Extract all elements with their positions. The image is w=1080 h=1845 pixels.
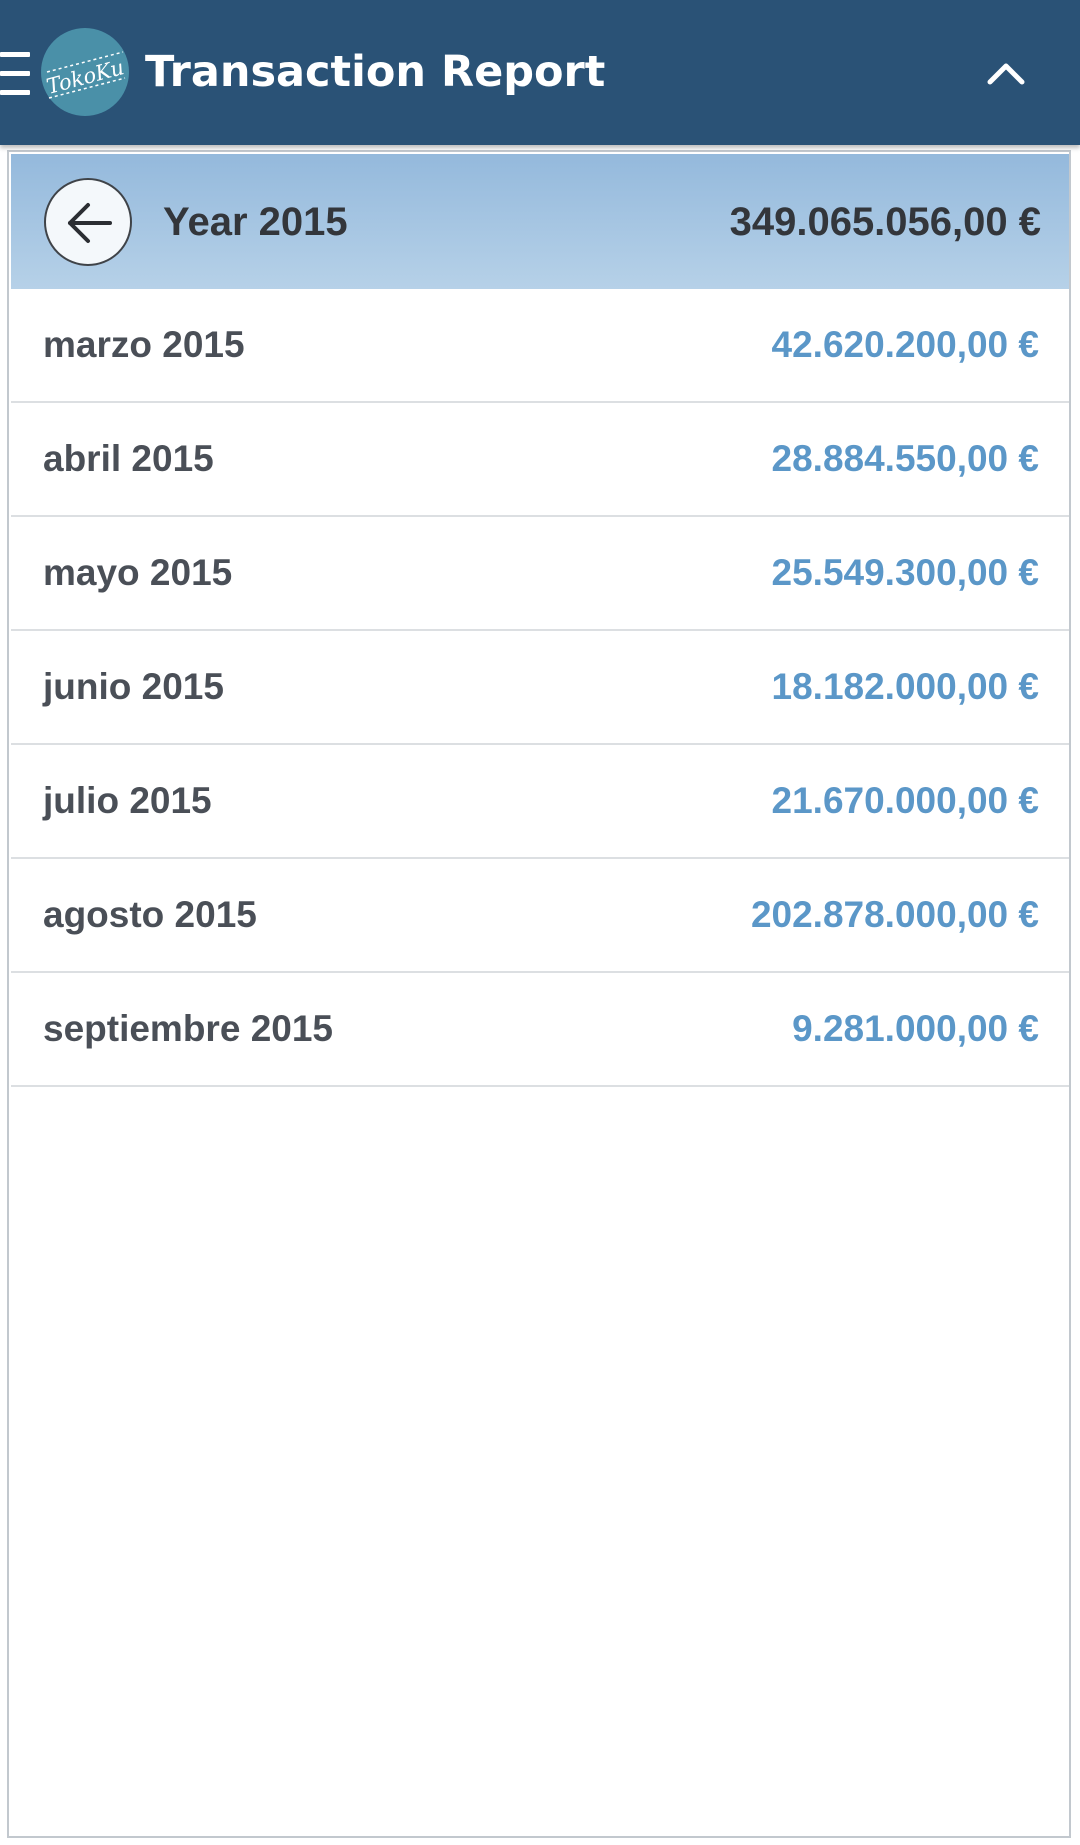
month-label: abril 2015 [43, 438, 214, 479]
month-amount: 202.878.000,00 € [750, 894, 1039, 935]
month-label: junio 2015 [43, 666, 224, 707]
month-amount: 21.670.000,00 € [771, 780, 1039, 821]
page-title: Transaction Report [145, 47, 606, 97]
month-row[interactable]: agosto 2015 202.878.000,00 € [11, 859, 1069, 973]
chevron-up-icon [987, 63, 1025, 85]
tokoku-logo: TokoKu [41, 28, 129, 116]
month-label: septiembre 2015 [43, 1008, 334, 1049]
month-row[interactable]: abril 2015 28.884.550,00 € [11, 403, 1069, 517]
month-label: mayo 2015 [43, 552, 233, 593]
hamburger-icon[interactable] [0, 52, 30, 96]
app-bar: TokoKu Transaction Report [0, 0, 1080, 145]
month-label: julio 2015 [43, 780, 212, 821]
month-row[interactable]: julio 2015 21.670.000,00 € [11, 745, 1069, 859]
month-row[interactable]: marzo 2015 42.620.200,00 € [11, 289, 1069, 403]
month-list: marzo 2015 42.620.200,00 € abril 2015 28… [11, 289, 1069, 1087]
report-panel: Year 2015 349.065.056,00 € marzo 2015 42… [7, 150, 1071, 1838]
year-summary-header: Year 2015 349.065.056,00 € [11, 154, 1069, 289]
month-label: agosto 2015 [43, 894, 257, 935]
year-label: Year 2015 [163, 200, 348, 244]
month-amount: 28.884.550,00 € [771, 438, 1039, 479]
month-amount: 25.549.300,00 € [771, 552, 1039, 593]
collapse-button[interactable] [966, 42, 1046, 102]
back-button[interactable] [44, 178, 132, 266]
month-label: marzo 2015 [43, 324, 245, 365]
month-amount: 9.281.000,00 € [792, 1008, 1039, 1049]
arrow-left-icon [68, 203, 112, 243]
month-row[interactable]: junio 2015 18.182.000,00 € [11, 631, 1069, 745]
month-row[interactable]: mayo 2015 25.549.300,00 € [11, 517, 1069, 631]
month-amount: 42.620.200,00 € [771, 324, 1039, 365]
month-amount: 18.182.000,00 € [771, 666, 1039, 707]
year-total-amount: 349.065.056,00 € [729, 200, 1041, 244]
month-row[interactable]: septiembre 2015 9.281.000,00 € [11, 973, 1069, 1087]
